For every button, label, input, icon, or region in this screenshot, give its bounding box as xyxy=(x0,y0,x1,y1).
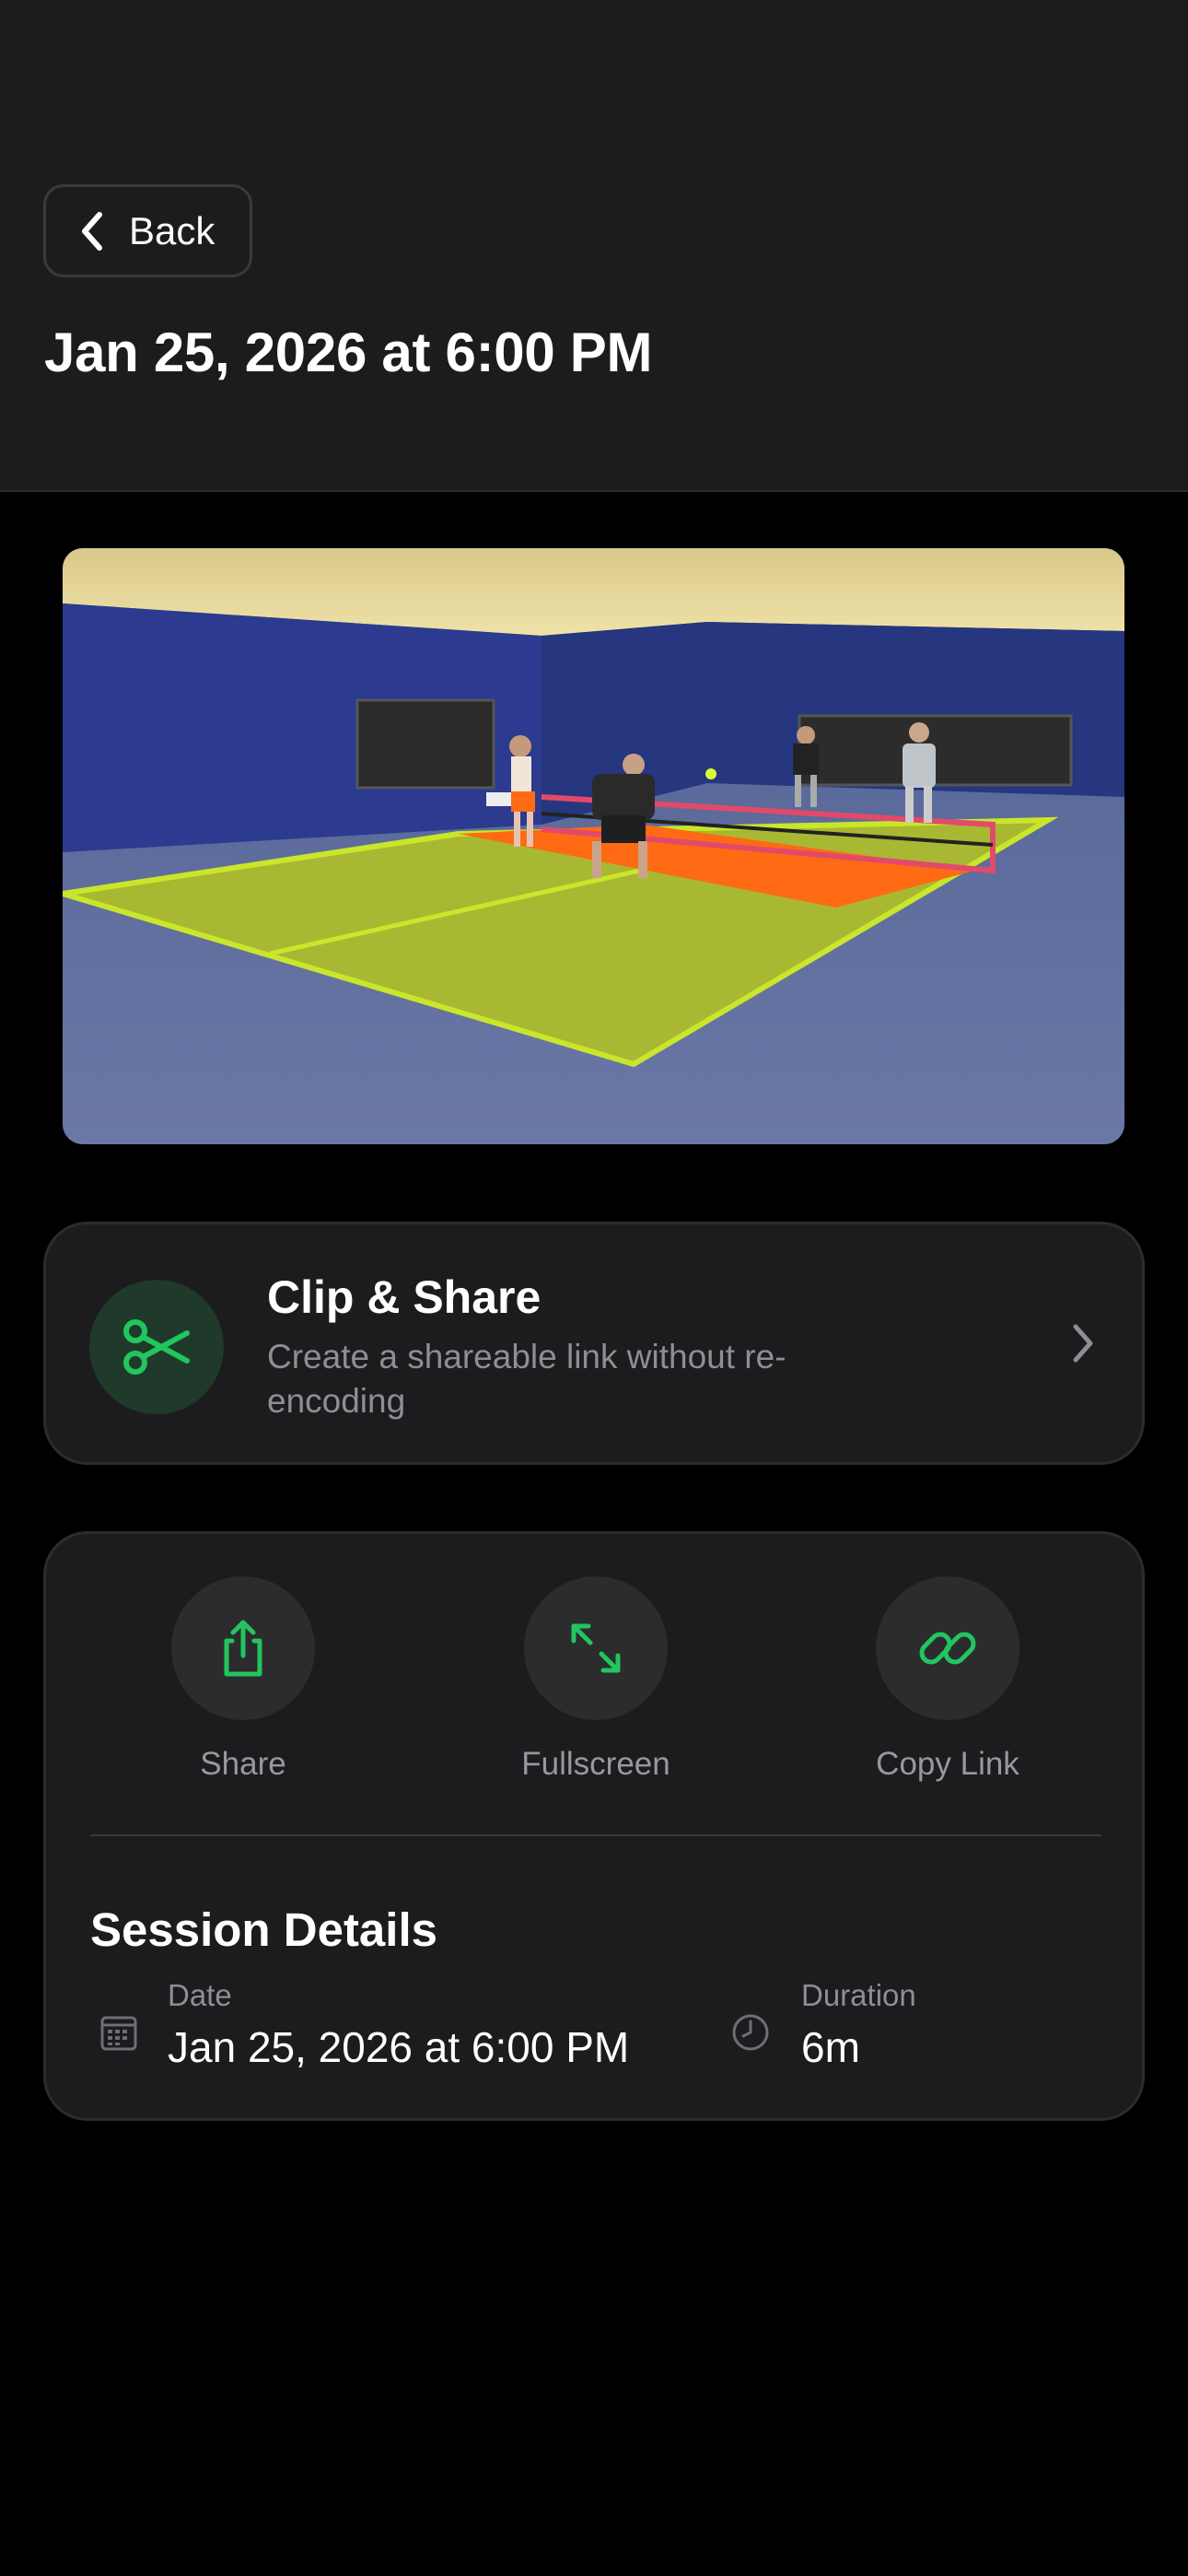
fullscreen-button[interactable] xyxy=(524,1576,668,1720)
clip-share-title: Clip & Share xyxy=(267,1271,542,1323)
link-icon xyxy=(919,1632,976,1665)
date-label: Date xyxy=(168,1978,232,2012)
chevron-right-icon xyxy=(1073,1324,1093,1363)
back-label: Back xyxy=(129,208,215,252)
share-action[interactable]: Share xyxy=(105,1576,381,1797)
fullscreen-action[interactable]: Fullscreen xyxy=(458,1576,734,1797)
clock-icon xyxy=(732,2014,769,2051)
duration-value: 6m xyxy=(801,2023,860,2071)
header: Back Jan 25, 2026 at 6:00 PM xyxy=(0,0,1188,492)
back-button[interactable]: Back xyxy=(43,184,252,277)
clip-share-subtitle: Create a shareable link without re-encod… xyxy=(267,1338,786,1420)
scissors-icon xyxy=(123,1319,190,1375)
calendar-icon xyxy=(100,2016,137,2051)
date-value: Jan 25, 2026 at 6:00 PM xyxy=(168,2023,630,2071)
share-icon xyxy=(224,1620,262,1677)
video-player[interactable] xyxy=(63,548,1124,1144)
fullscreen-label: Fullscreen xyxy=(521,1746,670,1782)
clip-icon-container xyxy=(89,1280,224,1414)
expand-icon xyxy=(571,1623,621,1673)
copy-link-label: Copy Link xyxy=(876,1746,1019,1782)
divider xyxy=(90,1834,1101,1836)
actions-details-card: Share Fullscreen Copy Link Session Detai… xyxy=(43,1531,1145,2121)
share-label: Share xyxy=(200,1746,286,1782)
share-button[interactable] xyxy=(171,1576,315,1720)
page-title: Jan 25, 2026 at 6:00 PM xyxy=(44,322,653,383)
clip-share-card[interactable]: Clip & Share Create a shareable link wit… xyxy=(43,1222,1145,1465)
copy-link-button[interactable] xyxy=(876,1576,1019,1720)
copy-link-action[interactable]: Copy Link xyxy=(809,1576,1086,1797)
video-thumbnail xyxy=(63,548,1124,1144)
chevron-left-icon xyxy=(82,211,102,251)
duration-label: Duration xyxy=(801,1978,916,2012)
session-details-title: Session Details xyxy=(90,1903,437,1956)
